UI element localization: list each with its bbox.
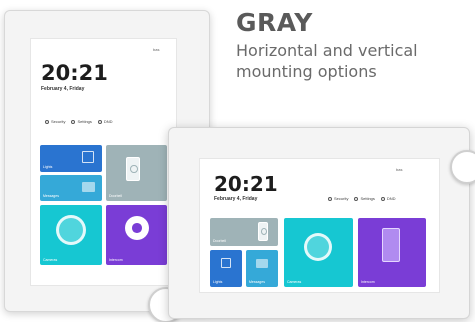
mounting-subtitle: Horizontal and vertical mounting options xyxy=(236,40,468,82)
tile-intercom-label: Intercom xyxy=(361,280,375,284)
tile-lights[interactable]: Lights xyxy=(210,250,242,287)
tile-messages[interactable]: Messages xyxy=(246,250,278,287)
vertical-panel-screen: bas 20:21 February 4, Friday Security Se… xyxy=(30,38,177,286)
clock-date: February 4, Friday xyxy=(214,196,258,202)
tile-lights[interactable]: Lights xyxy=(40,145,102,172)
clock-date: February 4, Friday xyxy=(41,86,85,92)
tile-messages[interactable]: Messages xyxy=(40,175,102,201)
doorbell-icon xyxy=(258,222,268,241)
horizontal-panel-screen: bas 20:21 February 4, Friday Security Se… xyxy=(199,158,440,293)
dnd-action[interactable]: DND xyxy=(380,196,396,201)
security-action[interactable]: Security xyxy=(45,119,65,124)
camera-icon xyxy=(304,233,332,261)
clock-time: 20:21 xyxy=(41,61,108,85)
tile-cameras-label: Cameras xyxy=(43,258,58,262)
message-icon xyxy=(82,182,95,192)
tile-cameras[interactable]: Cameras xyxy=(40,205,102,265)
shield-icon xyxy=(45,120,49,124)
shield-icon xyxy=(328,197,332,201)
clock-time: 20:21 xyxy=(214,172,278,196)
tile-intercom[interactable]: Intercom xyxy=(106,205,167,265)
gear-icon xyxy=(354,197,359,201)
product-color-title: GRAY xyxy=(236,8,313,37)
tile-cameras[interactable]: Cameras xyxy=(284,218,353,287)
message-icon xyxy=(256,259,268,268)
lights-icon xyxy=(82,151,94,163)
subtitle-line-1: Horizontal and vertical xyxy=(236,41,418,60)
tile-lights-label: Lights xyxy=(43,165,53,169)
tile-cameras-label: Cameras xyxy=(287,280,302,284)
tile-lights-label: Lights xyxy=(213,280,223,284)
horizontal-panel-knob xyxy=(450,150,475,184)
settings-action[interactable]: Settings xyxy=(354,196,375,201)
tile-doorbell[interactable]: Doorbell xyxy=(210,218,278,246)
quick-actions: Security Settings DND xyxy=(45,119,113,124)
tile-intercom[interactable]: Intercom xyxy=(358,218,426,287)
brand-logo: bas xyxy=(396,167,403,172)
intercom-icon xyxy=(382,228,400,262)
intercom-icon xyxy=(125,216,149,240)
doorbell-icon xyxy=(126,157,140,181)
subtitle-line-2: mounting options xyxy=(236,62,377,81)
gear-icon xyxy=(71,120,76,124)
tile-intercom-label: Intercom xyxy=(109,258,123,262)
settings-action[interactable]: Settings xyxy=(71,119,92,124)
tile-doorbell-label: Doorbell xyxy=(109,194,123,198)
camera-icon xyxy=(56,215,86,245)
horizontal-intercom-panel: bas 20:21 February 4, Friday Security Se… xyxy=(168,127,475,319)
security-action[interactable]: Security xyxy=(328,196,348,201)
tile-messages-label: Messages xyxy=(43,194,59,198)
lights-icon xyxy=(221,258,231,268)
tile-messages-label: Messages xyxy=(249,280,265,284)
bell-off-icon xyxy=(97,120,102,124)
bell-off-icon xyxy=(380,197,385,201)
quick-actions: Security Settings DND xyxy=(328,196,396,201)
headline: GRAY Horizontal and vertical mounting op… xyxy=(236,8,468,82)
tile-doorbell[interactable]: Doorbell xyxy=(106,145,167,201)
tile-doorbell-label: Doorbell xyxy=(213,239,227,243)
brand-logo: bas xyxy=(153,47,160,52)
dnd-action[interactable]: DND xyxy=(97,119,113,124)
